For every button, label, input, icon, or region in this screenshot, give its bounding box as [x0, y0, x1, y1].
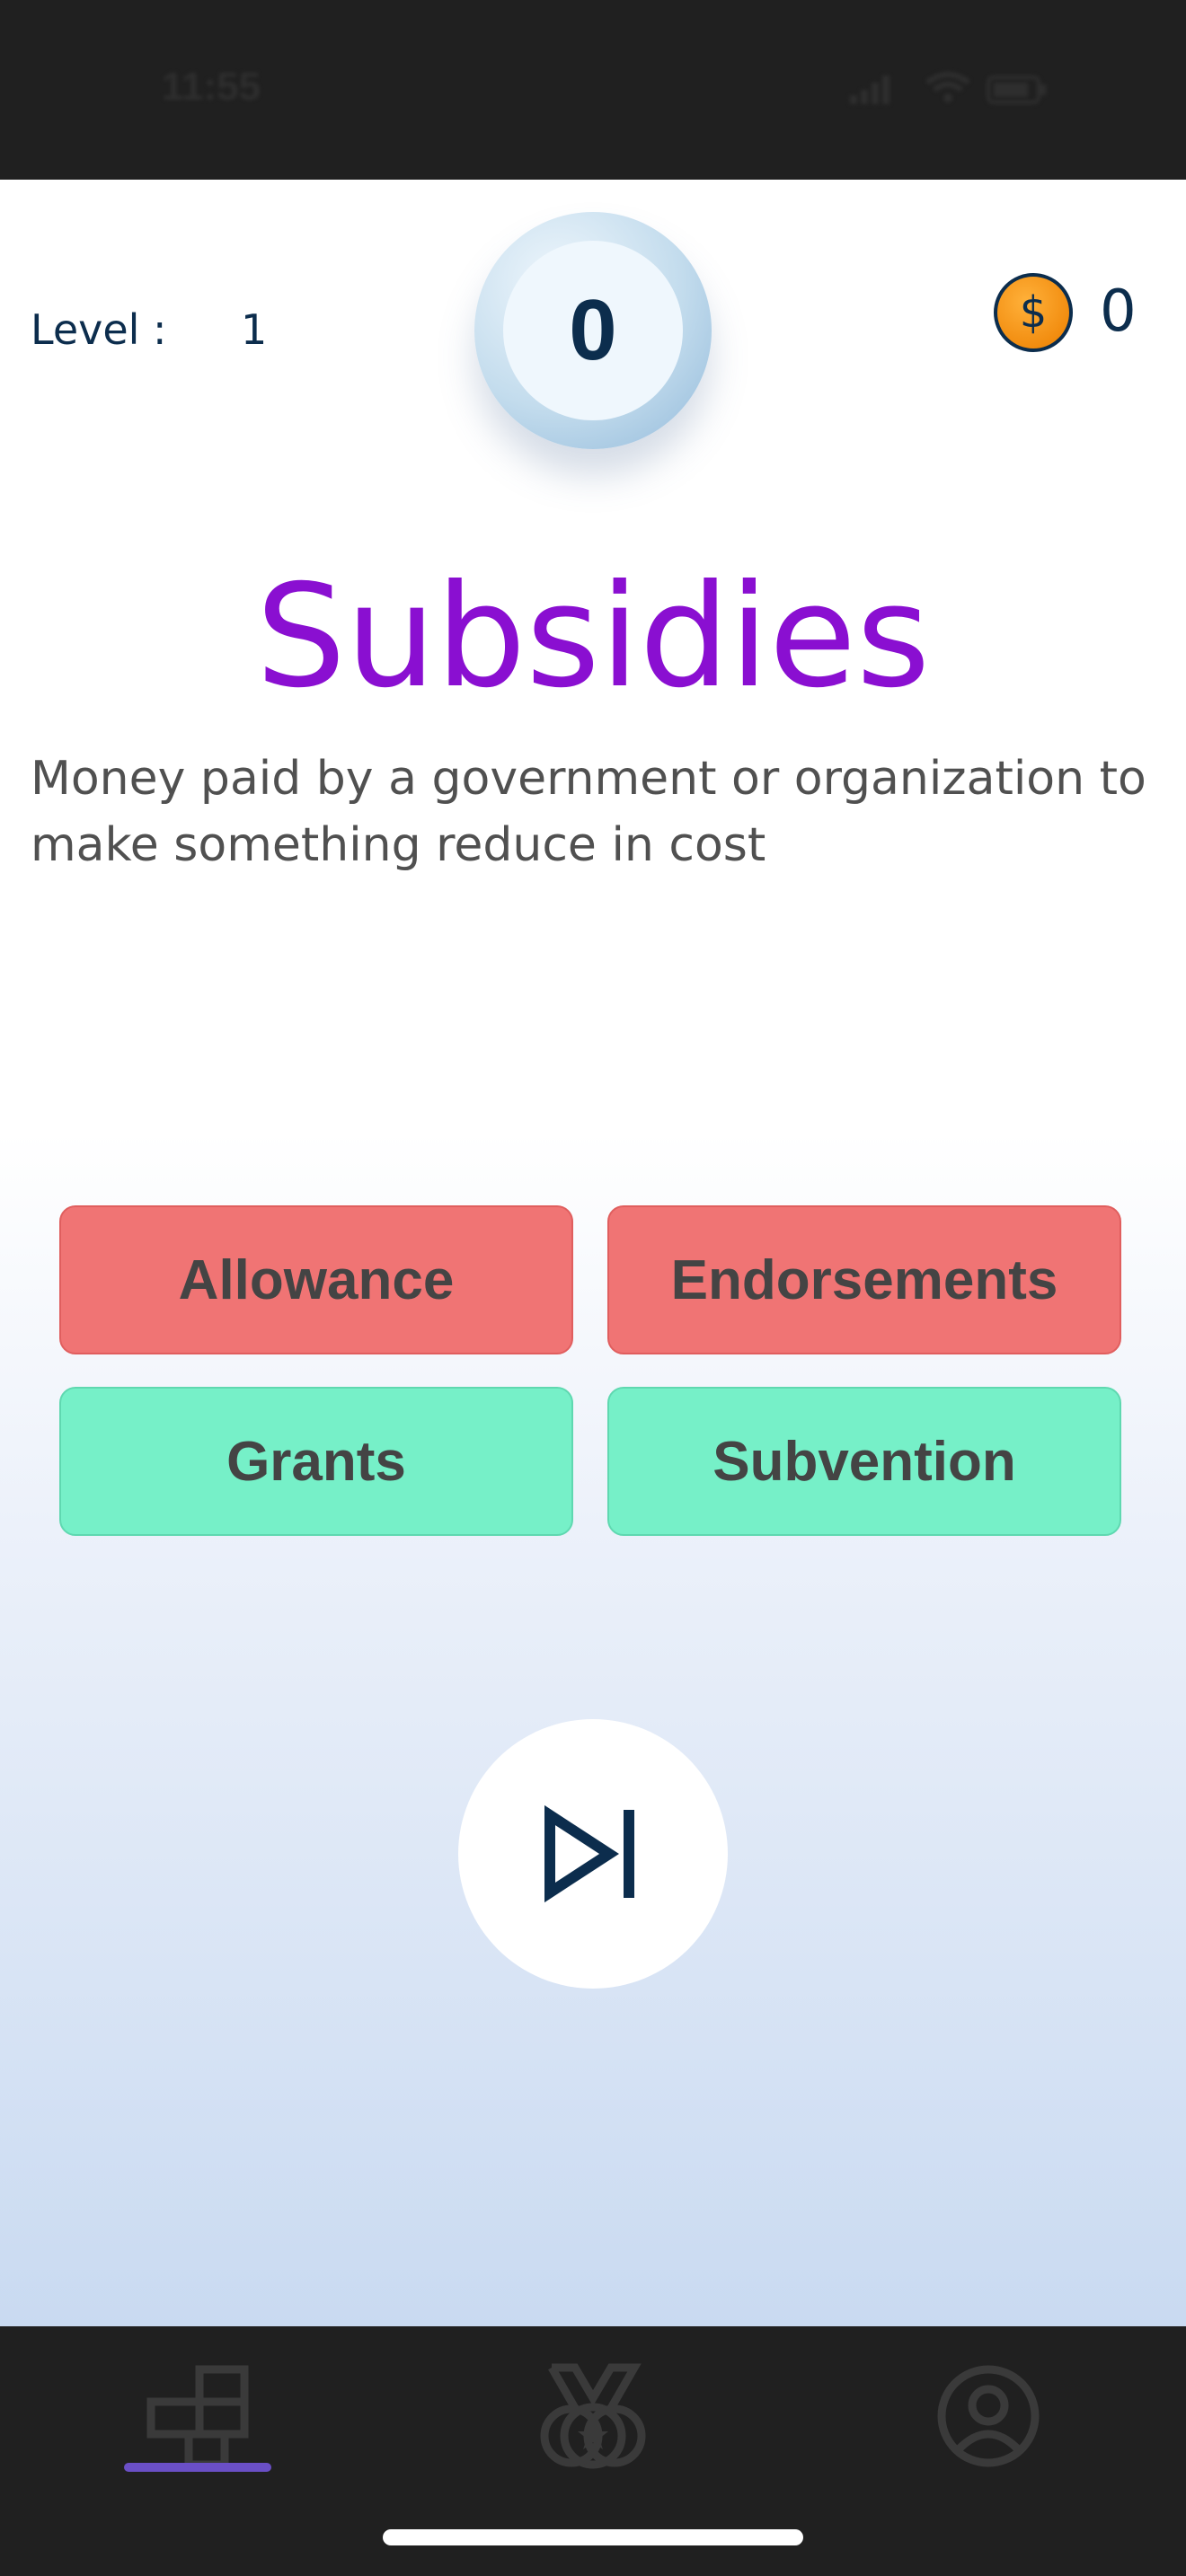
bottom-nav	[0, 2326, 1186, 2576]
score-badge: 0	[474, 212, 712, 449]
answer-button-grants[interactable]: Grants	[59, 1387, 573, 1536]
level-value: 1	[241, 305, 268, 354]
score-value: 0	[569, 282, 617, 378]
skip-next-icon	[544, 1804, 634, 1903]
profile-icon	[937, 2365, 1040, 2467]
coin-count: 0	[1100, 278, 1137, 345]
tab-achievements[interactable]	[395, 2326, 791, 2506]
home-indicator[interactable]	[383, 2529, 803, 2545]
level-label: Level :	[31, 305, 167, 354]
game-screen: Level : 1 0 $ 0 Subsidies Money paid by …	[0, 180, 1186, 2326]
status-icons	[850, 72, 1046, 104]
answer-button-endorsements[interactable]: Endorsements	[607, 1205, 1121, 1354]
puzzle-grid-icon	[146, 2365, 249, 2469]
status-time: 11:55	[162, 65, 261, 109]
tab-game[interactable]	[0, 2326, 395, 2506]
answer-button-subvention[interactable]: Subvention	[607, 1387, 1121, 1536]
signal-icon	[850, 75, 890, 104]
active-tab-indicator	[124, 2463, 271, 2472]
medal-icon	[540, 2363, 646, 2469]
status-bar: 11:55	[0, 0, 1186, 180]
tab-profile[interactable]	[791, 2326, 1186, 2506]
score-inner: 0	[503, 241, 683, 420]
skip-button[interactable]	[458, 1719, 728, 1989]
dollar-icon: $	[1019, 287, 1048, 338]
vocabulary-word: Subsidies	[255, 554, 931, 719]
coin-icon: $	[994, 273, 1073, 352]
wifi-icon	[925, 72, 970, 102]
answer-button-allowance[interactable]: Allowance	[59, 1205, 573, 1354]
battery-icon	[987, 75, 1046, 104]
word-definition: Money paid by a government or organizati…	[31, 752, 1146, 872]
